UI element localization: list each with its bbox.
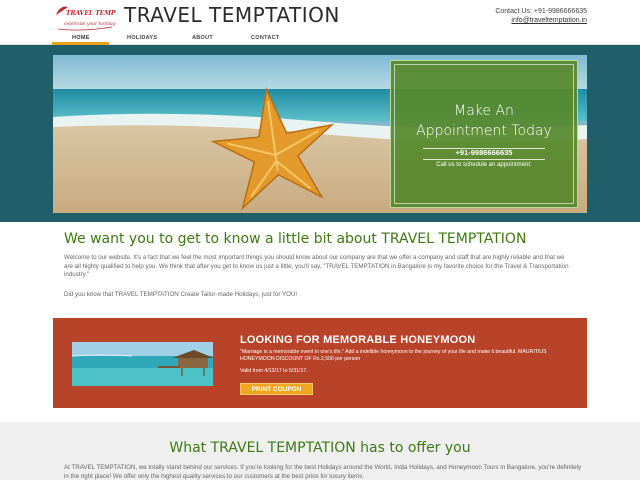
about-paragraph: Welcome to our website. It's a fact that… [64,254,569,278]
offer-paragraph: At TRAVEL TEMPTATION, we totally stand b… [64,464,582,480]
brand-title: TRAVEL TEMPTATION [124,3,340,27]
print-coupon-button[interactable]: PRINT COUPON [240,383,313,395]
svg-text:TRAVEL TEMPTATION: TRAVEL TEMPTATION [66,10,116,17]
contact-email-link[interactable]: info@traveltemptation.in [495,16,587,25]
site-header: TRAVEL TEMPTATION celebrate your holiday… [0,0,640,33]
appointment-divider-bottom [423,159,545,160]
promo-beach-hut-image [72,342,213,386]
nav-item-about[interactable]: ABOUT [192,35,213,41]
appointment-title: Make An Appointment Today [391,101,577,141]
appointment-title-line2: Appointment Today [416,123,552,139]
appointment-phone[interactable]: +91-9986666635 [391,148,577,157]
hero-banner: Make An Appointment Today +91-9986666635… [53,55,587,213]
about-paragraph-2: Did you know that TRAVEL TEMPTATION Crea… [64,291,298,298]
about-heading: We want you to get to know a little bit … [64,231,527,247]
appointment-title-line1: Make An [454,103,514,119]
promo-validity: Valid from 4/13/17 to 5/31/17. [240,368,308,374]
offer-heading: What TRAVEL TEMPTATION has to offer you [169,440,471,456]
brand-logo[interactable]: TRAVEL TEMPTATION celebrate your holiday… [52,1,142,33]
nav-item-holidays[interactable]: HOLIDAYS [127,35,157,41]
appointment-box: Make An Appointment Today +91-9986666635… [390,60,578,208]
svg-text:celebrate your holidays...: celebrate your holidays... [64,21,116,27]
nav-item-contact[interactable]: CONTACT [251,35,280,41]
honeymoon-promo: LOOKING FOR MEMORABLE HONEYMOON "Marriag… [53,318,587,408]
promo-description: "Marriage is a memorable event in one's … [240,349,547,362]
promo-title: LOOKING FOR MEMORABLE HONEYMOON [240,334,476,346]
contact-phone: Contact Us: +91-9986666635 [495,8,587,15]
appointment-subtitle: Call us to schedule an appointment. [436,162,532,168]
header-contact: Contact Us: +91-9986666635 info@travelte… [495,7,587,25]
nav-item-home[interactable]: HOME [72,35,90,41]
